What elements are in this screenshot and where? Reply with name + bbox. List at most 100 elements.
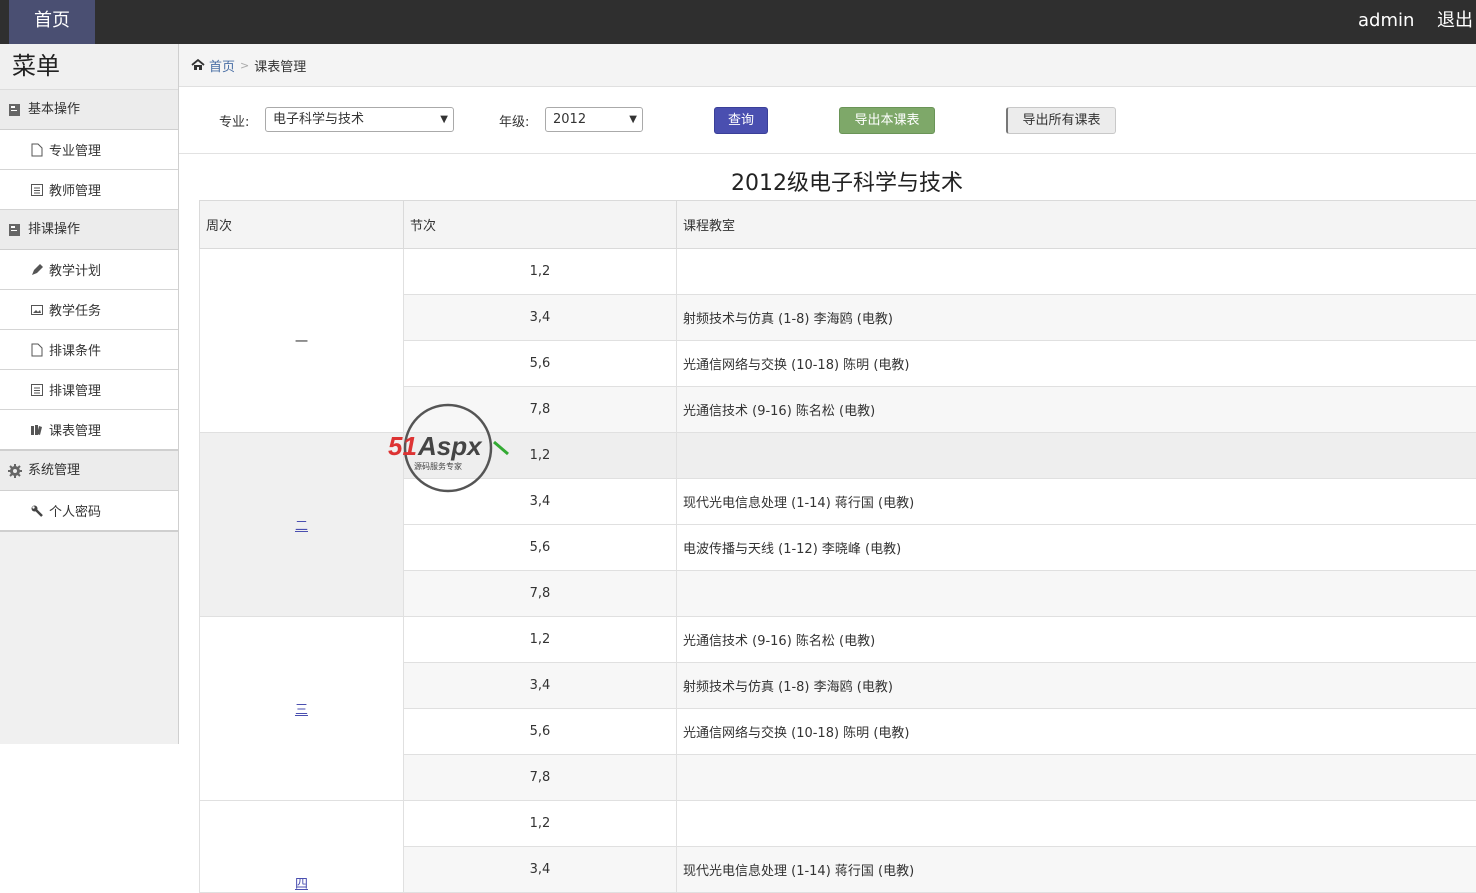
course-cell (677, 249, 1476, 295)
watermark-brand: Aspx (417, 431, 483, 461)
list-icon (30, 183, 44, 197)
books-icon (30, 423, 44, 437)
sidebar-group-label: 排课操作 (28, 210, 80, 250)
column-header-period: 节次 (404, 201, 677, 249)
wrench-icon (30, 504, 44, 518)
sidebar-item-label: 教师管理 (49, 180, 101, 199)
period-cell: 5,6 (404, 709, 677, 755)
pencil-icon (30, 263, 44, 277)
sidebar-item-teaching-plan[interactable]: 教学计划 (0, 250, 178, 290)
week-cell: 二 (200, 433, 404, 617)
sidebar-item-label: 专业管理 (49, 140, 101, 159)
sidebar-item-label: 排课管理 (49, 380, 101, 399)
week-label: 一 (295, 335, 308, 350)
course-cell: 光通信技术 (9-16) 陈名松 (电教) (677, 387, 1476, 433)
period-cell: 5,6 (404, 341, 677, 387)
sidebar-item-major[interactable]: 专业管理 (0, 130, 178, 170)
period-cell: 5,6 (404, 525, 677, 571)
course-cell: 现代光电信息处理 (1-14) 蒋行国 (电教) (677, 847, 1476, 893)
period-cell: 1,2 (404, 249, 677, 295)
sidebar-group-label: 基本操作 (28, 90, 80, 130)
course-cell: 现代光电信息处理 (1-14) 蒋行国 (电教) (677, 479, 1476, 525)
week-cell: 四 (200, 801, 404, 893)
chevron-down-icon: ▼ (629, 108, 637, 131)
course-cell (677, 571, 1476, 617)
export-timetable-button[interactable]: 导出本课表 (839, 107, 935, 134)
user-name[interactable]: admin (1358, 0, 1414, 44)
course-cell: 光通信网络与交换 (10-18) 陈明 (电教) (677, 341, 1476, 387)
sidebar-group-scheduling[interactable]: 排课操作 (0, 210, 178, 250)
week-link[interactable]: 二 (295, 519, 308, 534)
sidebar-item-label: 教学计划 (49, 260, 101, 279)
period-cell: 3,4 (404, 663, 677, 709)
home-tab[interactable]: 首页 (9, 0, 95, 44)
sidebar-item-teacher[interactable]: 教师管理 (0, 170, 178, 210)
file-icon (30, 143, 44, 157)
grade-label: 年级: (499, 111, 529, 130)
sidebar-item-label: 个人密码 (49, 501, 101, 520)
export-all-button[interactable]: 导出所有课表 (1006, 107, 1116, 134)
sidebar-group-label: 系统管理 (28, 451, 80, 491)
week-cell: 三 (200, 617, 404, 801)
timetable: 周次 节次 课程教室 一 1,2 3,4 射频技术与仿真 (1-8) 李海鸥 (… (199, 200, 1476, 893)
period-cell: 1,2 (404, 617, 677, 663)
home-icon (191, 58, 205, 72)
gear-icon (8, 464, 22, 478)
course-cell: 电波传播与天线 (1-12) 李晓峰 (电教) (677, 525, 1476, 571)
filter-bar: 专业: 电子科学与技术 ▼ 年级: 2012 ▼ 查询 导出本课表 导出所有课表 (179, 87, 1476, 154)
period-cell: 3,4 (404, 295, 677, 341)
sidebar-item-password[interactable]: 个人密码 (0, 491, 178, 532)
column-header-course: 课程教室 (677, 201, 1476, 249)
week-link[interactable]: 三 (295, 703, 308, 718)
table-row: 三 1,2 光通信技术 (9-16) 陈名松 (电教) (200, 617, 1476, 663)
course-cell: 射频技术与仿真 (1-8) 李海鸥 (电教) (677, 295, 1476, 341)
sidebar-item-label: 排课条件 (49, 340, 101, 359)
course-cell: 光通信技术 (9-16) 陈名松 (电教) (677, 617, 1476, 663)
course-cell: 光通信网络与交换 (10-18) 陈明 (电教) (677, 709, 1476, 755)
major-select-value: 电子科学与技术 (273, 112, 364, 127)
list-icon (30, 383, 44, 397)
chevron-down-icon: ▼ (440, 108, 448, 131)
table-row: 四 1,2 (200, 801, 1476, 847)
grade-select[interactable]: 2012 ▼ (545, 107, 643, 132)
logout-link[interactable]: 退出 (1437, 0, 1473, 44)
period-cell: 7,8 (404, 571, 677, 617)
column-header-week: 周次 (200, 201, 404, 249)
query-button[interactable]: 查询 (714, 107, 768, 134)
watermark-tagline: 源码服务专家 (414, 461, 462, 471)
sidebar-item-schedule-manage[interactable]: 排课管理 (0, 370, 178, 410)
major-label: 专业: (219, 111, 249, 130)
course-cell (677, 801, 1476, 847)
timetable-title: 2012级电子科学与技术 (179, 165, 1476, 197)
sidebar-item-conditions[interactable]: 排课条件 (0, 330, 178, 370)
top-bar: 首页 admin 退出 (0, 0, 1476, 44)
course-cell: 射频技术与仿真 (1-8) 李海鸥 (电教) (677, 663, 1476, 709)
sidebar: 菜单 基本操作 专业管理 教师管理 排课操作 教学计划 教学任务 排课条件 排课… (0, 44, 179, 744)
file-icon (30, 343, 44, 357)
sidebar-group-system[interactable]: 系统管理 (0, 451, 178, 491)
period-cell: 3,4 (404, 847, 677, 893)
svg-text:51: 51 (388, 431, 417, 461)
book-icon (8, 223, 22, 237)
sidebar-item-timetable[interactable]: 课表管理 (0, 410, 178, 451)
sidebar-item-teaching-task[interactable]: 教学任务 (0, 290, 178, 330)
period-cell: 1,2 (404, 801, 677, 847)
breadcrumb-current: 课表管理 (254, 56, 306, 75)
breadcrumb-home-link[interactable]: 首页 (209, 56, 235, 75)
course-cell (677, 755, 1476, 801)
book-icon (8, 103, 22, 117)
period-cell: 7,8 (404, 755, 677, 801)
table-header-row: 周次 节次 课程教室 (200, 201, 1476, 249)
picture-icon (30, 303, 44, 317)
breadcrumb: 首页 > 课表管理 (179, 44, 1476, 87)
table-row: 一 1,2 (200, 249, 1476, 295)
sidebar-item-label: 课表管理 (49, 420, 101, 439)
watermark-logo: 51 Aspx 源码服务专家 (384, 402, 514, 494)
week-cell: 一 (200, 249, 404, 433)
week-link[interactable]: 四 (295, 877, 308, 892)
major-select[interactable]: 电子科学与技术 ▼ (265, 107, 454, 132)
course-cell (677, 433, 1476, 479)
sidebar-group-basic[interactable]: 基本操作 (0, 90, 178, 130)
sidebar-item-label: 教学任务 (49, 300, 101, 319)
chevron-right-icon: > (240, 59, 249, 72)
